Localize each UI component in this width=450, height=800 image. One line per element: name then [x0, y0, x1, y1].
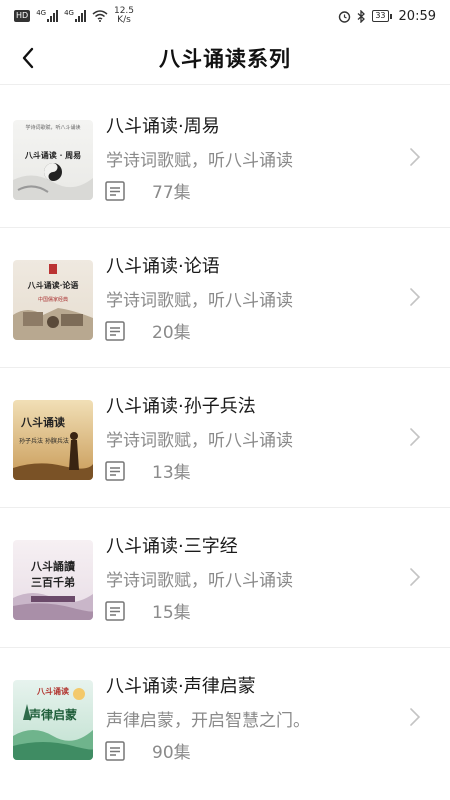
episode-count: 90集	[152, 743, 191, 763]
episode-count: 77集	[152, 183, 191, 203]
item-subtitle: 学诗词歌赋，听八斗诵读	[106, 431, 293, 451]
list-icon	[105, 460, 125, 481]
cover-image: 八斗誦讀 三百千弟	[13, 540, 93, 620]
chevron-left-icon	[22, 47, 34, 69]
status-left: HD 4G 4G 12.5 K/s	[14, 7, 134, 25]
signal-icon-2: 4G	[64, 10, 86, 22]
episode-count: 20集	[152, 323, 191, 343]
item-subtitle: 学诗词歌赋，听八斗诵读	[106, 571, 293, 591]
back-button[interactable]	[14, 44, 42, 72]
clock: 20:59	[398, 8, 436, 24]
chevron-right-icon	[410, 148, 421, 166]
chevron-right-icon	[410, 708, 421, 726]
status-bar: HD 4G 4G 12.5 K/s 33 20:59	[0, 0, 450, 32]
series-list: 学诗词歌赋，听八斗诵读 八斗诵读 · 周易 八斗诵读·周易 学诗词歌赋，听八斗诵…	[0, 88, 450, 788]
item-title: 八斗诵读·周易	[106, 116, 220, 137]
item-meta: 90集	[104, 738, 191, 763]
item-title: 八斗诵读·论语	[106, 256, 220, 277]
list-icon	[105, 600, 125, 621]
item-subtitle: 声律启蒙，开启智慧之门。	[106, 711, 310, 731]
list-icon	[105, 320, 125, 341]
bluetooth-icon	[357, 9, 366, 23]
status-right: 33 20:59	[338, 9, 436, 24]
episode-count: 13集	[152, 463, 191, 483]
list-item[interactable]: 八斗诵读·论语 中国儒家经典 八斗诵读·论语 学诗词歌赋，听八斗诵读 20集	[0, 228, 450, 368]
item-subtitle: 学诗词歌赋，听八斗诵读	[106, 151, 293, 171]
battery-icon: 33	[372, 10, 392, 22]
item-title: 八斗诵读·三字经	[106, 536, 238, 557]
network-speed: 12.5 K/s	[113, 6, 135, 25]
wifi-icon	[92, 10, 108, 22]
list-item[interactable]: 学诗词歌赋，听八斗诵读 八斗诵读 · 周易 八斗诵读·周易 学诗词歌赋，听八斗诵…	[0, 88, 450, 228]
alarm-icon	[339, 10, 351, 23]
item-meta: 20集	[104, 318, 191, 343]
list-icon	[105, 180, 125, 201]
chevron-right-icon	[410, 288, 421, 306]
cover-image: 学诗词歌赋，听八斗诵读 八斗诵读 · 周易	[13, 120, 93, 200]
item-title: 八斗诵读·声律启蒙	[106, 676, 256, 697]
list-icon	[105, 740, 125, 761]
item-meta: 77集	[104, 178, 191, 203]
item-title: 八斗诵读·孙子兵法	[106, 396, 256, 417]
page-title: 八斗诵读系列	[159, 47, 291, 71]
hd-badge: HD	[14, 10, 31, 22]
cover-image: 八斗诵读·论语 中国儒家经典	[13, 260, 93, 340]
list-item[interactable]: 八斗誦讀 三百千弟 八斗诵读·三字经 学诗词歌赋，听八斗诵读 15集	[0, 508, 450, 648]
chevron-right-icon	[410, 428, 421, 446]
item-meta: 13集	[104, 458, 191, 483]
cover-image: 八斗诵读 声律启蒙	[13, 680, 93, 760]
chevron-right-icon	[410, 568, 421, 586]
list-item[interactable]: 八斗诵读 声律启蒙 八斗诵读·声律启蒙 声律启蒙，开启智慧之门。 90集	[0, 648, 450, 788]
list-item[interactable]: 八斗诵读 孙子兵法 孙膑兵法 八斗诵读·孙子兵法 学诗词歌赋，听八斗诵读 13集	[0, 368, 450, 508]
nav-bar: 八斗诵读系列	[0, 32, 450, 85]
signal-icon-1: 4G	[36, 10, 59, 22]
item-meta: 15集	[104, 598, 191, 623]
episode-count: 15集	[152, 603, 191, 623]
cover-image: 八斗诵读 孙子兵法 孙膑兵法	[13, 400, 93, 480]
item-subtitle: 学诗词歌赋，听八斗诵读	[106, 291, 293, 311]
